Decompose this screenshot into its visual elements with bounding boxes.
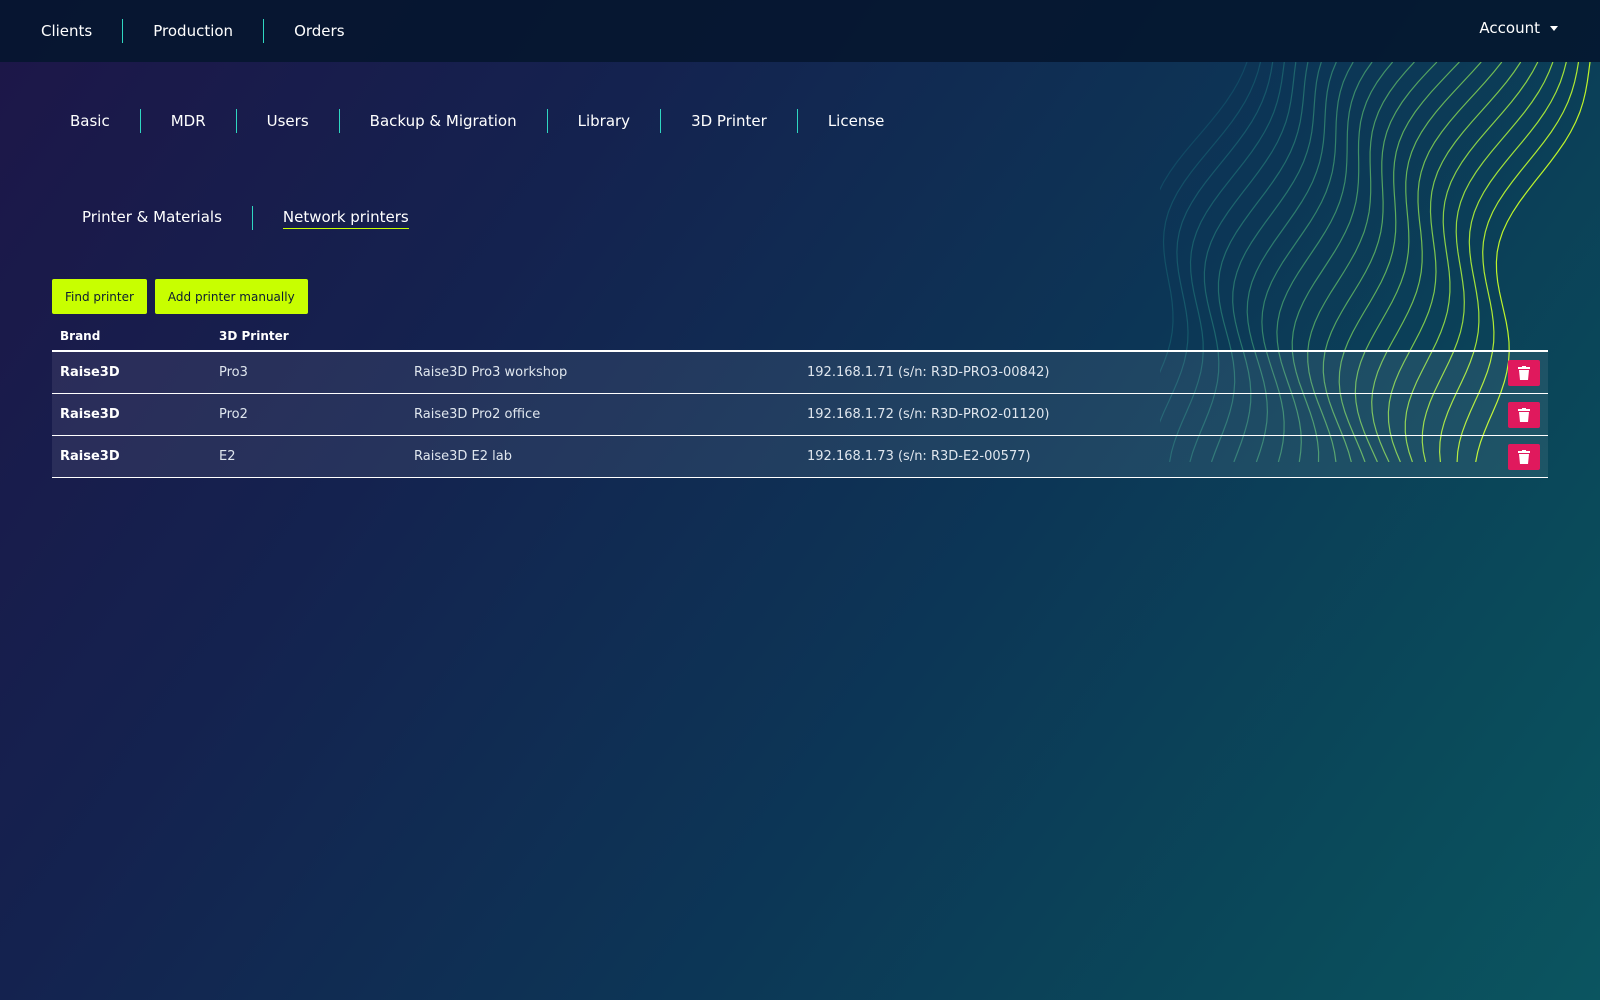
subtab-label: Printer & Materials <box>82 208 222 226</box>
account-menu[interactable]: Account <box>1479 19 1558 37</box>
tab-basic[interactable]: Basic <box>40 109 140 133</box>
printer-actions: Find printer Add printer manually <box>52 279 308 314</box>
printer-subtabs: Printer & Materials Network printers <box>52 206 439 230</box>
delete-printer-button[interactable] <box>1508 443 1540 470</box>
cell-model: E2 <box>219 449 236 464</box>
cell-address: 192.168.1.71 (s/n: R3D-PRO3-00842) <box>807 365 1050 380</box>
settings-tabs: Basic MDR Users Backup & Migration Libra… <box>40 109 914 133</box>
cell-model: Pro2 <box>219 407 248 422</box>
tab-3d-printer[interactable]: 3D Printer <box>661 109 797 133</box>
cell-address: 192.168.1.72 (s/n: R3D-PRO2-01120) <box>807 407 1050 422</box>
trash-icon <box>1518 365 1530 380</box>
tab-backup-migration[interactable]: Backup & Migration <box>340 109 547 133</box>
network-printers-table: Brand 3D Printer Raise3D Pro3 Raise3D Pr… <box>52 322 1548 478</box>
table-row: Raise3D E2 Raise3D E2 lab 192.168.1.73 (… <box>52 436 1548 478</box>
cell-brand: Raise3D <box>60 365 120 380</box>
top-navigation-bar: Clients Production Orders Account <box>0 0 1600 62</box>
tab-users[interactable]: Users <box>237 109 339 133</box>
nav-orders[interactable]: Orders <box>264 19 374 43</box>
main-nav: Clients Production Orders <box>41 19 375 43</box>
table-row: Raise3D Pro2 Raise3D Pro2 office 192.168… <box>52 394 1548 436</box>
table-row: Raise3D Pro3 Raise3D Pro3 workshop 192.1… <box>52 352 1548 394</box>
caret-down-icon <box>1550 25 1558 31</box>
nav-production[interactable]: Production <box>123 19 263 43</box>
tab-library[interactable]: Library <box>548 109 660 133</box>
delete-printer-button[interactable] <box>1508 359 1540 386</box>
table-header: Brand 3D Printer <box>52 322 1548 352</box>
subtab-network-printers[interactable]: Network printers <box>253 206 439 229</box>
add-printer-manually-button[interactable]: Add printer manually <box>154 279 308 314</box>
trash-icon <box>1518 407 1530 422</box>
cell-printer-name: Raise3D Pro3 workshop <box>414 365 568 380</box>
header-3d-printer: 3D Printer <box>219 329 289 343</box>
header-brand: Brand <box>60 329 101 343</box>
trash-icon <box>1518 449 1530 464</box>
tab-license[interactable]: License <box>798 109 915 133</box>
delete-printer-button[interactable] <box>1508 401 1540 428</box>
cell-address: 192.168.1.73 (s/n: R3D-E2-00577) <box>807 449 1031 464</box>
cell-printer-name: Raise3D E2 lab <box>414 449 512 464</box>
nav-clients[interactable]: Clients <box>41 19 122 43</box>
cell-model: Pro3 <box>219 365 248 380</box>
cell-brand: Raise3D <box>60 407 120 422</box>
find-printer-button[interactable]: Find printer <box>52 279 147 314</box>
account-label: Account <box>1479 19 1540 37</box>
subtab-label: Network printers <box>282 208 409 229</box>
tab-mdr[interactable]: MDR <box>141 109 236 133</box>
cell-printer-name: Raise3D Pro2 office <box>414 407 541 422</box>
subtab-printer-materials[interactable]: Printer & Materials <box>52 206 252 228</box>
cell-brand: Raise3D <box>60 449 120 464</box>
